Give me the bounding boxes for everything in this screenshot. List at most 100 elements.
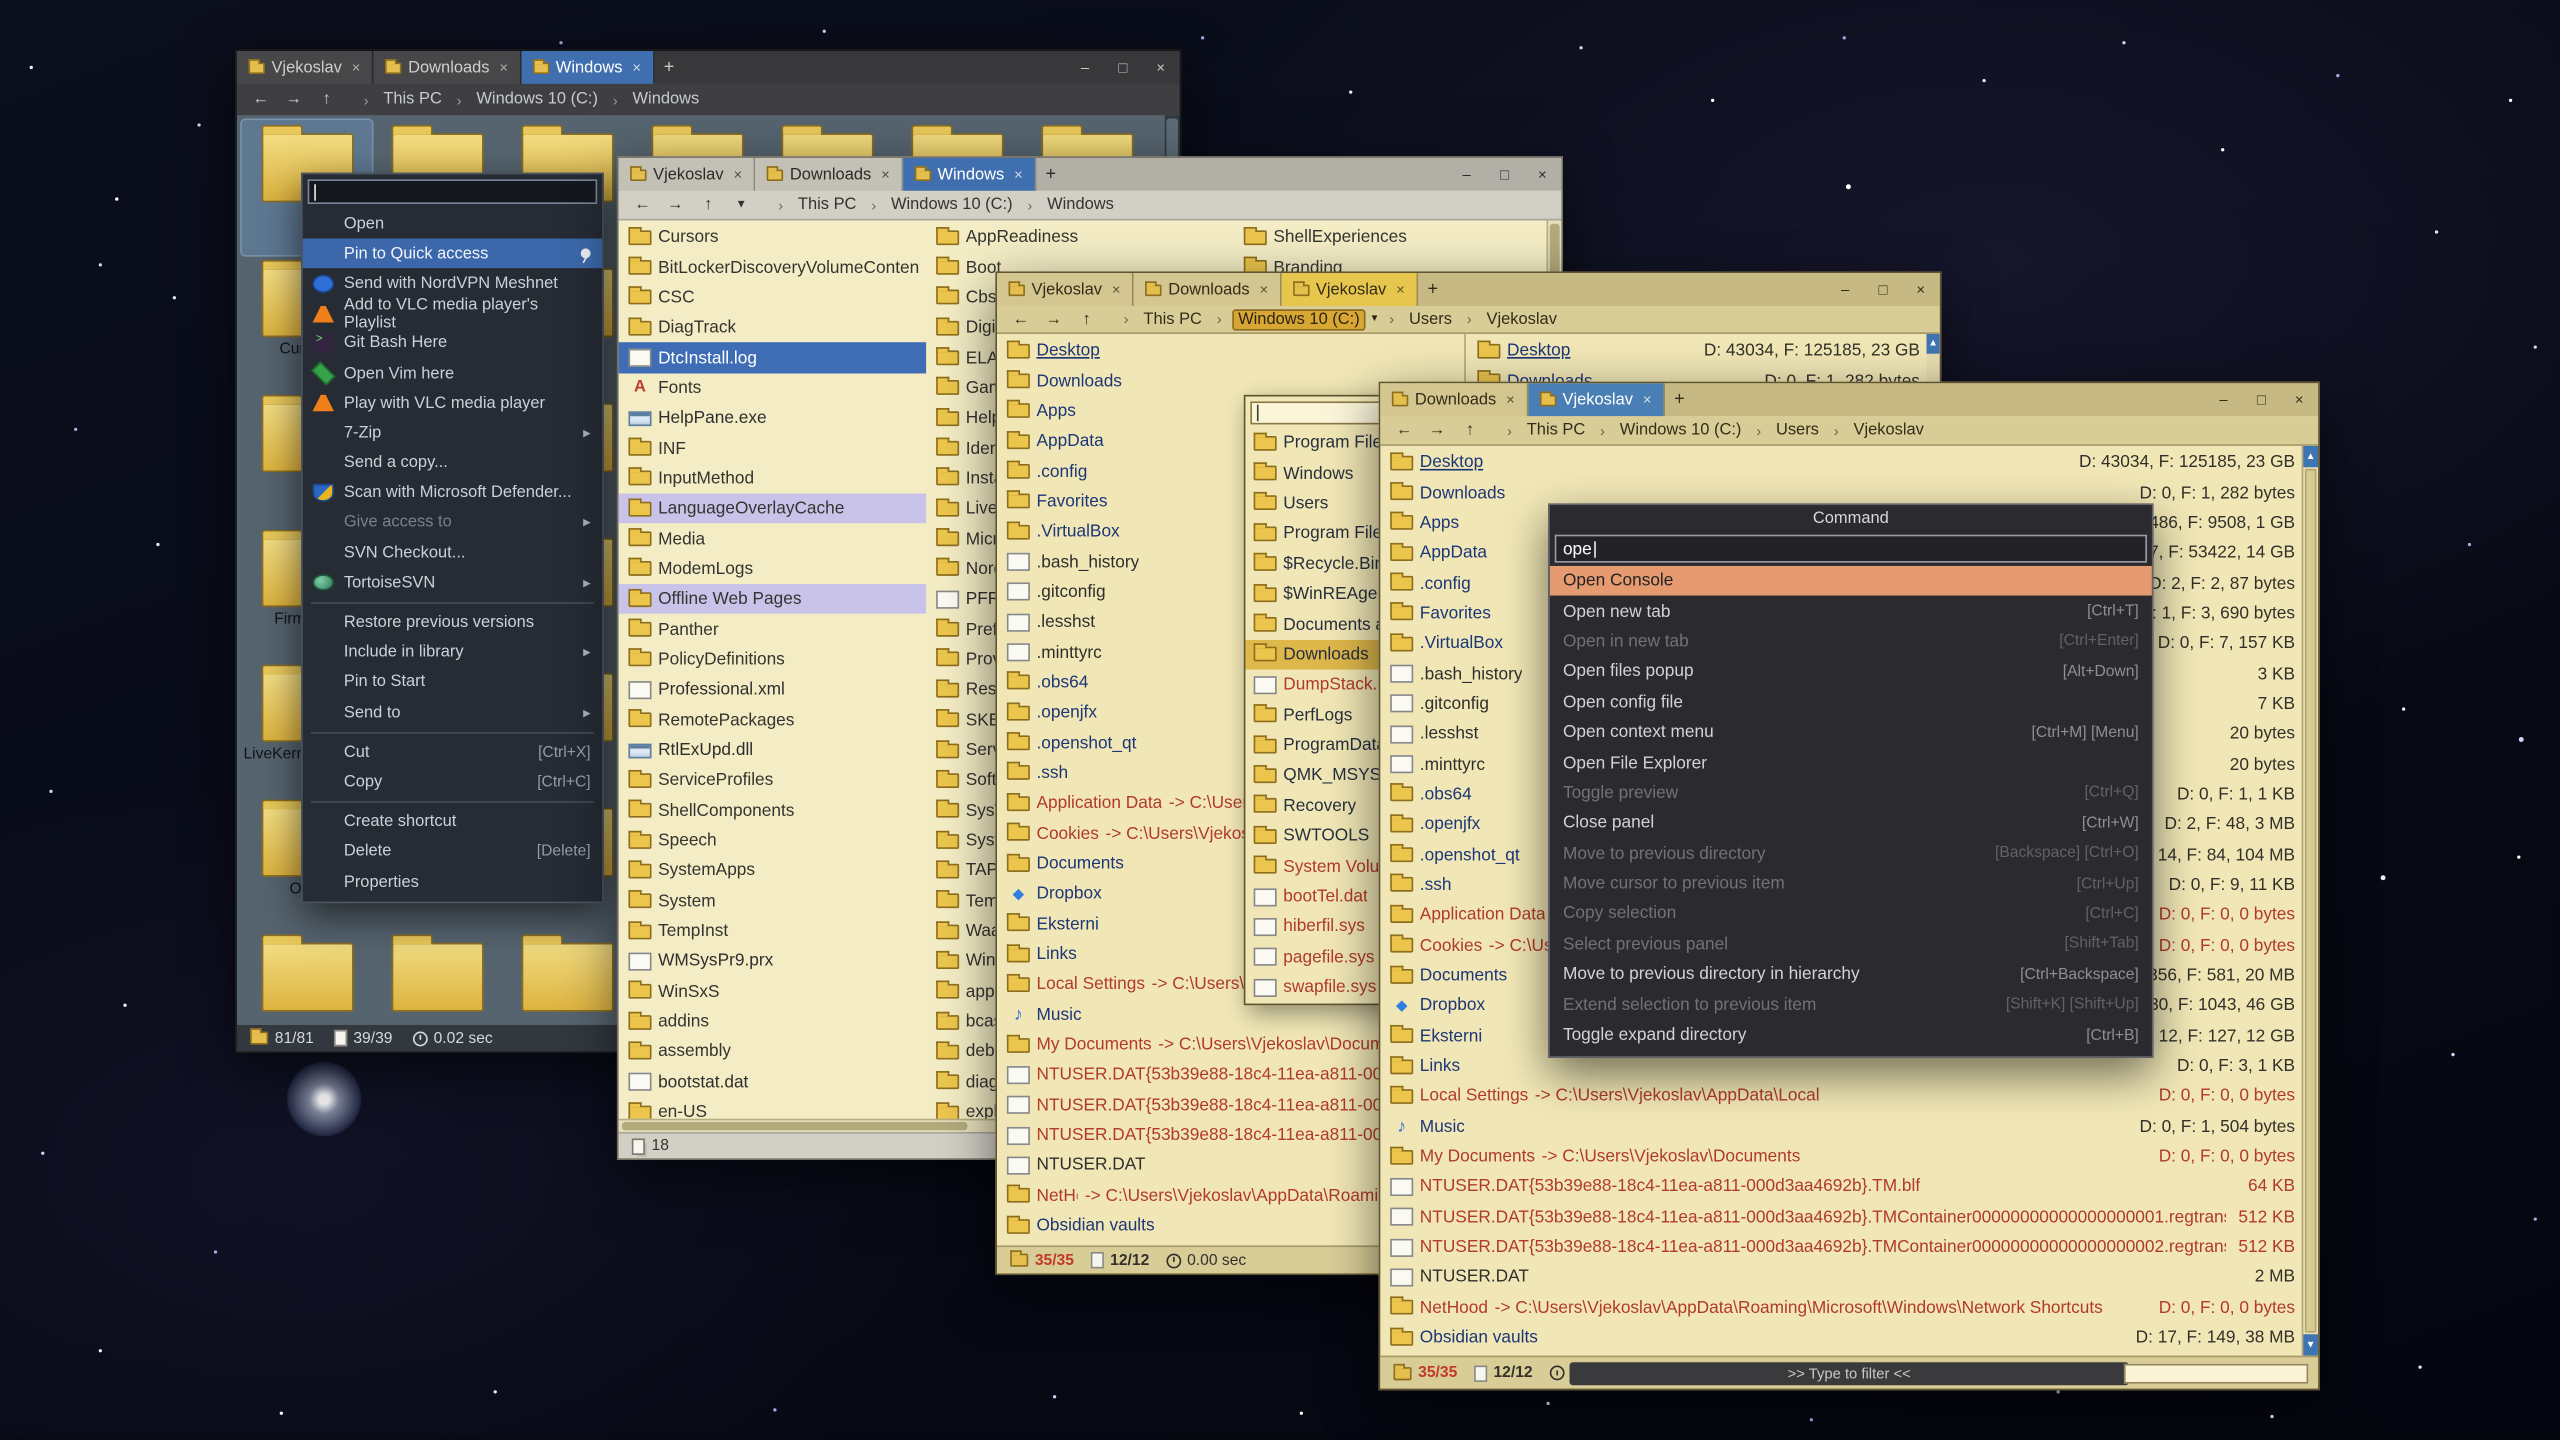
file-row[interactable]: My Documents-> C:\Users\Vjekoslav\Docume… xyxy=(1380,1142,2301,1172)
context-menu-item[interactable]: Pin to Start▸ xyxy=(303,668,602,698)
file-row[interactable]: ShellComponents xyxy=(619,796,927,826)
command-item[interactable]: Copy selection[Ctrl+C] xyxy=(1550,899,2152,929)
tab[interactable]: Vjekoslav× xyxy=(997,273,1134,306)
close-tab-icon[interactable]: × xyxy=(632,59,641,75)
file-row[interactable]: RemotePackages xyxy=(619,705,927,735)
context-menu-item[interactable]: Cut[Ctrl+X]▸ xyxy=(303,737,602,767)
new-tab-button[interactable]: + xyxy=(1665,383,1695,416)
file-row[interactable]: MusicD: 0, F: 1, 504 bytes xyxy=(1380,1111,2301,1141)
up-icon[interactable]: ↑ xyxy=(698,196,719,214)
breadcrumb-item[interactable]: Vjekoslav▼ xyxy=(1457,308,1562,329)
command-item[interactable]: Open new tab[Ctrl+T] xyxy=(1550,596,2152,626)
back-icon[interactable]: ← xyxy=(250,90,271,108)
context-menu-item[interactable]: Delete[Delete]▸ xyxy=(303,837,602,867)
file-row[interactable]: SystemApps xyxy=(619,856,927,886)
file-row[interactable]: Speech xyxy=(619,826,927,856)
file-row[interactable]: DesktopD: 43034, F: 125185, 23 GB xyxy=(1468,336,1927,366)
file-row[interactable]: DesktopD: 43034, F: 125185, 23 GB xyxy=(1380,447,2301,477)
command-item[interactable]: Open in new tab[Ctrl+Enter] xyxy=(1550,626,2152,656)
context-menu-item[interactable]: Add to VLC media player's Playlist▸ xyxy=(303,299,602,329)
file-row[interactable]: Media xyxy=(619,524,927,554)
up-icon[interactable]: ↑ xyxy=(316,90,337,108)
maximize-button[interactable]: □ xyxy=(1864,273,1902,306)
close-tab-icon[interactable]: × xyxy=(1506,392,1515,408)
command-item[interactable]: Open context menu[Ctrl+M] [Menu] xyxy=(1550,717,2152,747)
file-row[interactable]: ShellExperiences xyxy=(1234,222,1542,252)
context-menu-item[interactable]: Properties▸ xyxy=(303,867,602,897)
rename-input[interactable] xyxy=(308,179,598,204)
context-menu-item[interactable]: Copy[Ctrl+C]▸ xyxy=(303,767,602,797)
command-item[interactable]: Extend selection to previous item[Shift+… xyxy=(1550,990,2152,1020)
file-row[interactable]: HelpPane.exe xyxy=(619,403,927,433)
forward-icon[interactable]: → xyxy=(283,90,304,108)
context-menu-item[interactable]: Play with VLC media player▸ xyxy=(303,388,602,418)
context-menu-item[interactable]: Pin to Quick access▸ xyxy=(303,239,602,269)
close-tab-icon[interactable]: × xyxy=(881,166,890,182)
scrollbar-thumb[interactable] xyxy=(2305,469,2317,1333)
context-menu-item[interactable]: TortoiseSVN▸ xyxy=(303,568,602,598)
maximize-button[interactable]: □ xyxy=(1104,51,1142,84)
context-menu-item[interactable]: Send a copy...▸ xyxy=(303,448,602,478)
context-menu-item[interactable]: Give access to▸ xyxy=(303,508,602,538)
forward-icon[interactable]: → xyxy=(1043,310,1064,328)
tab[interactable]: Downloads× xyxy=(1380,383,1528,416)
file-row[interactable]: NTUSER.DAT{53b39e88-18c4-11ea-a811-000d3… xyxy=(1380,1202,2301,1232)
tab[interactable]: Vjekoslav× xyxy=(619,158,756,191)
up-icon[interactable]: ↑ xyxy=(1459,421,1480,439)
tab[interactable]: Vjekoslav× xyxy=(1281,273,1418,306)
context-menu-item[interactable]: Include in library▸ xyxy=(303,638,602,668)
context-menu-item[interactable]: Git Bash Here▸ xyxy=(303,329,602,359)
file-row[interactable]: Professional.xml xyxy=(619,675,927,705)
breadcrumb-item[interactable]: This PC▼ xyxy=(768,194,861,215)
file-row[interactable]: assembly xyxy=(619,1037,927,1067)
context-menu-item[interactable]: Open▸ xyxy=(303,209,602,239)
new-tab-button[interactable]: + xyxy=(654,51,684,84)
file-row[interactable]: TempInst xyxy=(619,916,927,946)
file-row[interactable]: ModemLogs xyxy=(619,554,927,584)
back-icon[interactable]: ← xyxy=(632,196,653,214)
file-row[interactable]: Cursors xyxy=(619,222,927,252)
breadcrumb-item[interactable]: Users▼ xyxy=(1746,420,1824,441)
scrollbar-thumb[interactable] xyxy=(622,1122,967,1130)
context-menu-item[interactable]: Open Vim here▸ xyxy=(303,359,602,389)
close-tab-icon[interactable]: × xyxy=(1260,281,1269,297)
file-row[interactable]: LanguageOverlayCache xyxy=(619,494,927,524)
minimize-button[interactable]: – xyxy=(2205,383,2243,416)
palette-search-input[interactable]: ope xyxy=(1555,535,2147,563)
file-row[interactable]: DesktopD: 43034, F: 125185, 23 GB xyxy=(997,336,1464,366)
context-menu-item[interactable]: Scan with Microsoft Defender...▸ xyxy=(303,478,602,508)
command-item[interactable]: Move to previous directory[Backspace] [C… xyxy=(1550,838,2152,868)
forward-icon[interactable]: → xyxy=(1426,421,1447,439)
context-menu-item[interactable]: ▸ xyxy=(303,600,602,607)
file-row[interactable]: Panther xyxy=(619,614,927,644)
breadcrumb-item[interactable]: This PC▼ xyxy=(1114,308,1207,329)
close-button[interactable]: × xyxy=(1902,273,1940,306)
close-tab-icon[interactable]: × xyxy=(1014,166,1023,182)
close-tab-icon[interactable]: × xyxy=(1643,392,1652,408)
command-item[interactable]: Close panel[Ctrl+W] xyxy=(1550,808,2152,838)
tab[interactable]: Downloads× xyxy=(755,158,903,191)
command-item[interactable]: Move to previous directory in hierarchy[… xyxy=(1550,959,2152,989)
new-tab-button[interactable]: + xyxy=(1418,273,1448,306)
file-row[interactable]: AppReadiness xyxy=(926,222,1234,252)
file-row[interactable]: DiagTrack xyxy=(619,313,927,343)
history-dropdown-icon[interactable]: ▼ xyxy=(730,199,751,211)
file-row[interactable]: INF xyxy=(619,433,927,463)
close-tab-icon[interactable]: × xyxy=(1112,281,1121,297)
breadcrumb-item[interactable]: This PC▼ xyxy=(354,89,447,110)
minimize-button[interactable]: – xyxy=(1826,273,1864,306)
breadcrumb-item[interactable]: Windows 10 (C:)▼ xyxy=(447,89,603,110)
minimize-button[interactable]: – xyxy=(1066,51,1104,84)
tab[interactable]: Downloads× xyxy=(1134,273,1282,306)
command-item[interactable]: Open Console xyxy=(1550,566,2152,596)
file-row[interactable]: NTUSER.DAT{53b39e88-18c4-11ea-a811-000d3… xyxy=(1380,1172,2301,1202)
context-menu-item[interactable]: SVN Checkout...▸ xyxy=(303,538,602,568)
command-item[interactable]: Open files popup[Alt+Down] xyxy=(1550,657,2152,687)
close-button[interactable]: × xyxy=(2280,383,2318,416)
command-item[interactable]: Move cursor to previous item[Ctrl+Up] xyxy=(1550,869,2152,899)
minimize-button[interactable]: – xyxy=(1448,158,1486,191)
breadcrumb-item[interactable]: Vjekoslav▼ xyxy=(1824,420,1929,441)
command-item[interactable]: Toggle preview[Ctrl+Q] xyxy=(1550,778,2152,808)
context-menu-item[interactable]: 7-Zip▸ xyxy=(303,418,602,448)
file-row[interactable]: DtcInstall.log xyxy=(619,343,927,373)
